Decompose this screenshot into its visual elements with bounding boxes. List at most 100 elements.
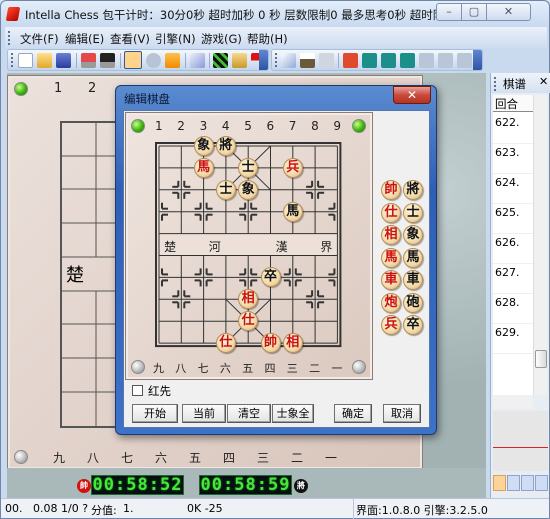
move-row[interactable]: 624. <box>493 174 533 204</box>
prev-move-icon[interactable] <box>400 53 415 68</box>
palette-red-piece[interactable]: 馬 <box>381 247 401 268</box>
first-move-icon[interactable] <box>362 53 377 68</box>
red-computer-icon[interactable] <box>81 53 96 68</box>
dialog-close-button[interactable]: ✕ <box>393 86 431 104</box>
red-piece[interactable]: 帥 <box>260 333 281 354</box>
maximize-button[interactable]: ▢ <box>461 3 487 21</box>
horizontal-scrollbar[interactable] <box>493 395 533 409</box>
move-list[interactable]: 回合 622. 623. 624. 625. 626. 627. 628. 62… <box>493 95 533 395</box>
panel-tab[interactable] <box>507 475 520 491</box>
column-number: 2 <box>88 81 97 96</box>
close-icon: ✕ <box>406 88 418 102</box>
panel-tab[interactable] <box>521 475 534 491</box>
black-piece[interactable]: 象 <box>238 179 259 200</box>
undo-icon[interactable] <box>343 53 358 68</box>
edit-board-icon[interactable] <box>190 53 205 68</box>
minimize-button[interactable]: – <box>436 3 462 21</box>
new-icon[interactable] <box>18 53 33 68</box>
move-row[interactable]: 626. <box>493 234 533 264</box>
palette-red-piece[interactable]: 帥 <box>381 180 401 200</box>
column-header-round[interactable]: 回合 <box>493 95 533 112</box>
palette-black-piece[interactable]: 象 <box>403 225 423 245</box>
open-icon[interactable] <box>37 53 52 68</box>
toolbar-separator <box>209 53 210 68</box>
menu-engine[interactable]: 引擎(N) <box>155 31 196 47</box>
title-bar[interactable]: Intella Chess 包干计时：30分0秒 超时加秒 0 秒 层数限制0 … <box>1 1 549 27</box>
black-piece[interactable]: 將 <box>215 136 236 156</box>
checkbox[interactable] <box>132 385 143 396</box>
menu-file[interactable]: 文件(F) <box>20 31 59 47</box>
red-piece[interactable]: 馬 <box>193 157 214 178</box>
vertical-scrollbar[interactable] <box>533 95 547 395</box>
edit-chessboard[interactable]: 123456789 九八七六五四三二一 楚河漢界 象將馬士兵士象馬卒相仕仕帥相 <box>125 112 373 380</box>
palette-black-piece[interactable]: 卒 <box>403 315 423 335</box>
prev-fast-icon[interactable] <box>381 53 396 68</box>
close-icon[interactable]: ✕ <box>539 75 548 88</box>
palette-red-piece[interactable]: 炮 <box>381 292 401 313</box>
move-row[interactable]: 623. <box>493 144 533 174</box>
menu-view[interactable]: 查看(V) <box>110 31 150 47</box>
save-icon[interactable] <box>56 53 71 68</box>
status-ok-value: 0K -25 <box>187 502 223 515</box>
toolbar-grip[interactable] <box>11 53 13 67</box>
paste-board-icon[interactable] <box>300 53 315 68</box>
palette-black-piece[interactable]: 士 <box>403 202 423 223</box>
palette-red-piece[interactable]: 兵 <box>381 315 401 335</box>
black-piece[interactable]: 卒 <box>260 267 281 288</box>
copy-icon[interactable] <box>281 53 296 68</box>
red-piece[interactable]: 兵 <box>282 157 303 178</box>
menu-game[interactable]: 游戏(G) <box>201 31 242 47</box>
toolbar-overflow-button[interactable] <box>259 50 268 70</box>
lock-icon[interactable] <box>232 53 247 68</box>
scrollbar-thumb[interactable] <box>535 350 547 368</box>
evaluation-line <box>493 447 548 448</box>
column-chinese: 二 <box>309 362 321 375</box>
refresh-icon[interactable] <box>165 53 180 68</box>
move-row[interactable]: 622. <box>493 114 533 144</box>
toolbar-separator <box>76 53 77 68</box>
palette-red-piece[interactable]: 車 <box>381 270 401 290</box>
palette-red-piece[interactable]: 相 <box>381 225 401 245</box>
engine-icon[interactable] <box>213 53 228 68</box>
palette-black-piece[interactable]: 砲 <box>403 292 423 313</box>
cancel-button[interactable]: 取消 <box>383 404 421 423</box>
move-row[interactable]: 628. <box>493 294 533 324</box>
search-icon[interactable] <box>124 51 142 69</box>
last-move-icon[interactable] <box>457 53 472 68</box>
next-move-icon[interactable] <box>419 53 434 68</box>
close-button[interactable]: ✕ <box>486 3 531 21</box>
palette-black-piece[interactable]: 將 <box>403 180 423 200</box>
menu-grip[interactable] <box>8 31 10 45</box>
palette-black-piece[interactable]: 車 <box>403 270 423 290</box>
panel-tab[interactable] <box>535 475 548 491</box>
menu-help[interactable]: 帮助(H) <box>247 31 288 47</box>
black-piece[interactable]: 士 <box>238 157 259 178</box>
panel-grip[interactable] <box>494 77 496 91</box>
current-button[interactable]: 当前 <box>182 404 226 423</box>
black-computer-icon[interactable] <box>100 53 115 68</box>
ok-button[interactable]: 确定 <box>334 404 372 423</box>
minimize-icon: – <box>446 5 452 18</box>
black-piece[interactable]: 馬 <box>282 201 303 222</box>
move-row[interactable]: 625. <box>493 204 533 234</box>
black-piece[interactable]: 象 <box>193 136 214 156</box>
red-piece[interactable]: 仕 <box>215 333 236 354</box>
full-advisors-button[interactable]: 士象全 <box>272 404 314 423</box>
column-chinese: 五 <box>189 451 202 465</box>
stop-icon[interactable] <box>146 53 161 68</box>
toolbar-overflow-button[interactable] <box>473 50 482 70</box>
menu-edit[interactable]: 编辑(E) <box>65 31 104 47</box>
red-piece[interactable]: 相 <box>282 333 303 354</box>
next-fast-icon[interactable] <box>438 53 453 68</box>
palette-black-piece[interactable]: 馬 <box>403 247 423 268</box>
clear-button[interactable]: 清空 <box>227 404 271 423</box>
black-piece[interactable]: 士 <box>215 179 236 200</box>
paste-icon[interactable] <box>319 53 334 68</box>
start-button[interactable]: 开始 <box>132 404 178 423</box>
status-score-value: 1. <box>123 502 134 515</box>
panel-tab[interactable] <box>493 475 506 491</box>
move-row[interactable]: 627. <box>493 264 533 294</box>
palette-red-piece[interactable]: 仕 <box>381 202 401 223</box>
toolbar-grip[interactable] <box>275 53 277 67</box>
move-row[interactable]: 629. <box>493 324 533 354</box>
